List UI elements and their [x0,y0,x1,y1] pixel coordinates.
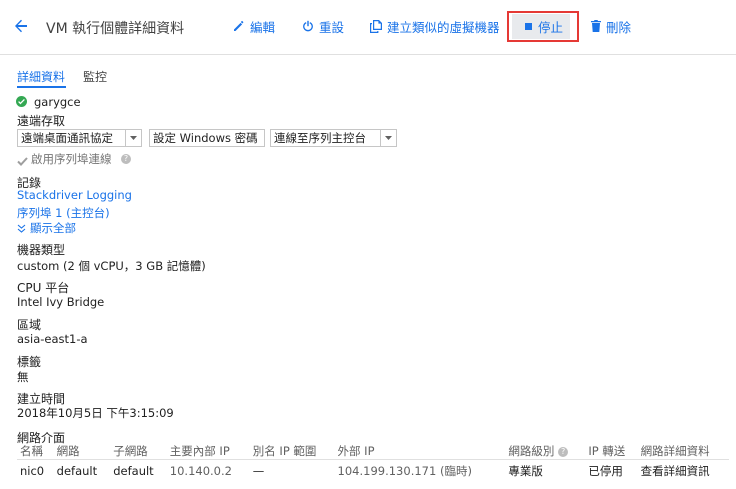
create-similar-label: 建立類似的虛擬機器 [387,19,500,35]
network-interfaces-table: 名稱 網路 子網路 主要內部 IP 別名 IP 範圍 外部 IP 網路級別 ? … [17,443,729,481]
nic-alias-ip: — [252,463,265,478]
help-icon[interactable]: ? [558,446,569,457]
table-header-row: 名稱 網路 子網路 主要內部 IP 別名 IP 範圍 外部 IP 網路級別 ? … [17,443,729,460]
column-header: 外部 IP [334,443,506,460]
check-circle-icon [16,96,27,107]
active-tab-indicator [17,86,66,88]
cpu-platform-label: CPU 平台 [17,281,70,295]
nic-network-tier: 專業版 [508,463,543,478]
reset-button[interactable]: 重設 [302,13,344,39]
stop-label: 停止 [538,20,564,35]
reset-label: 重設 [319,19,345,35]
show-all-label: 顯示全部 [30,221,76,235]
labels-value: 無 [17,370,29,384]
show-all-link[interactable]: 顯示全部 [17,220,76,236]
caret-down-icon [385,136,392,140]
zone-label: 區域 [17,318,42,332]
nic-name: nic0 [20,463,45,478]
set-windows-password-label: 設定 Windows 密碼 [153,131,258,145]
rdp-dropdown-label: 遠端桌面通訊協定 [21,131,113,145]
top-toolbar: VM 執行個體詳細資料 編輯 重設 建立類似的虛擬機器 停止 刪除 [0,0,736,55]
stop-icon [525,23,532,30]
delete-button[interactable]: 刪除 [591,13,631,39]
serial-console-label: 連線至序列主控台 [274,131,366,145]
copy-icon [370,19,382,33]
serial-console-button[interactable]: 連線至序列主控台 [270,129,381,147]
set-windows-password-button[interactable]: 設定 Windows 密碼 [149,129,265,147]
tab-details[interactable]: 詳細資料 [17,68,65,85]
created-value: 2018年10月5日 下午3:15:09 [17,406,174,420]
rdp-dropdown-caret[interactable] [125,129,142,147]
view-details-link[interactable]: 查看詳細資訊 [638,460,729,482]
cpu-platform-value: Intel Ivy Bridge [17,295,105,309]
pencil-icon [234,20,244,31]
power-icon [303,20,313,32]
help-icon[interactable]: ? [121,154,131,164]
nic-internal-ip: 10.140.0.2 [169,463,232,478]
stackdriver-logging-link[interactable]: Stackdriver Logging [17,188,132,202]
machine-type-value: custom (2 個 vCPU，3 GB 記憶體) [17,259,206,273]
serial-port-checkbox[interactable] [17,152,28,166]
column-header: IP 轉送 [585,443,638,460]
column-header: 子網路 [110,443,167,460]
zone-value: asia-east1-a [17,332,88,346]
edit-label: 編輯 [250,19,276,35]
column-header: 名稱 [17,443,54,460]
expand-more-icon [17,224,26,233]
delete-label: 刪除 [606,19,632,35]
tab-monitoring[interactable]: 監控 [83,68,107,85]
nic-external-ip: 104.199.130.171 (臨時) [337,463,472,478]
remote-access-label: 遠端存取 [17,114,66,128]
edit-button[interactable]: 編輯 [233,13,275,39]
caret-down-icon [130,136,137,140]
serial-port-checkbox-label: 啟用序列埠連線 [31,152,112,166]
serial-port-link[interactable]: 序列埠 1 (主控台) [17,205,110,221]
instance-name: garygce [34,95,81,109]
nic-subnetwork: default [113,463,154,478]
trash-icon [591,20,601,32]
nic-ip-forwarding: 已停用 [588,463,623,478]
rdp-dropdown[interactable]: 遠端桌面通訊協定 [17,129,126,147]
arrow-back-icon[interactable] [12,17,30,35]
create-similar-button[interactable]: 建立類似的虛擬機器 [370,13,500,39]
machine-type-label: 機器類型 [17,243,66,257]
table-row: nic0 default default 10.140.0.2 — 104.19… [17,460,729,482]
stop-button[interactable]: 停止 [512,14,570,39]
column-header-label: 網路級別 [508,444,555,458]
column-header-network-tier: 網路級別 ? [505,443,586,460]
serial-console-caret[interactable] [380,129,397,147]
column-header: 網路 [53,443,111,460]
labels-label: 標籤 [17,355,42,369]
nic-network: default [56,463,98,478]
column-header: 主要內部 IP [166,443,250,460]
column-header: 別名 IP 範圍 [249,443,335,460]
page-title: VM 執行個體詳細資料 [46,21,185,37]
column-header: 網路詳細資料 [637,443,729,460]
